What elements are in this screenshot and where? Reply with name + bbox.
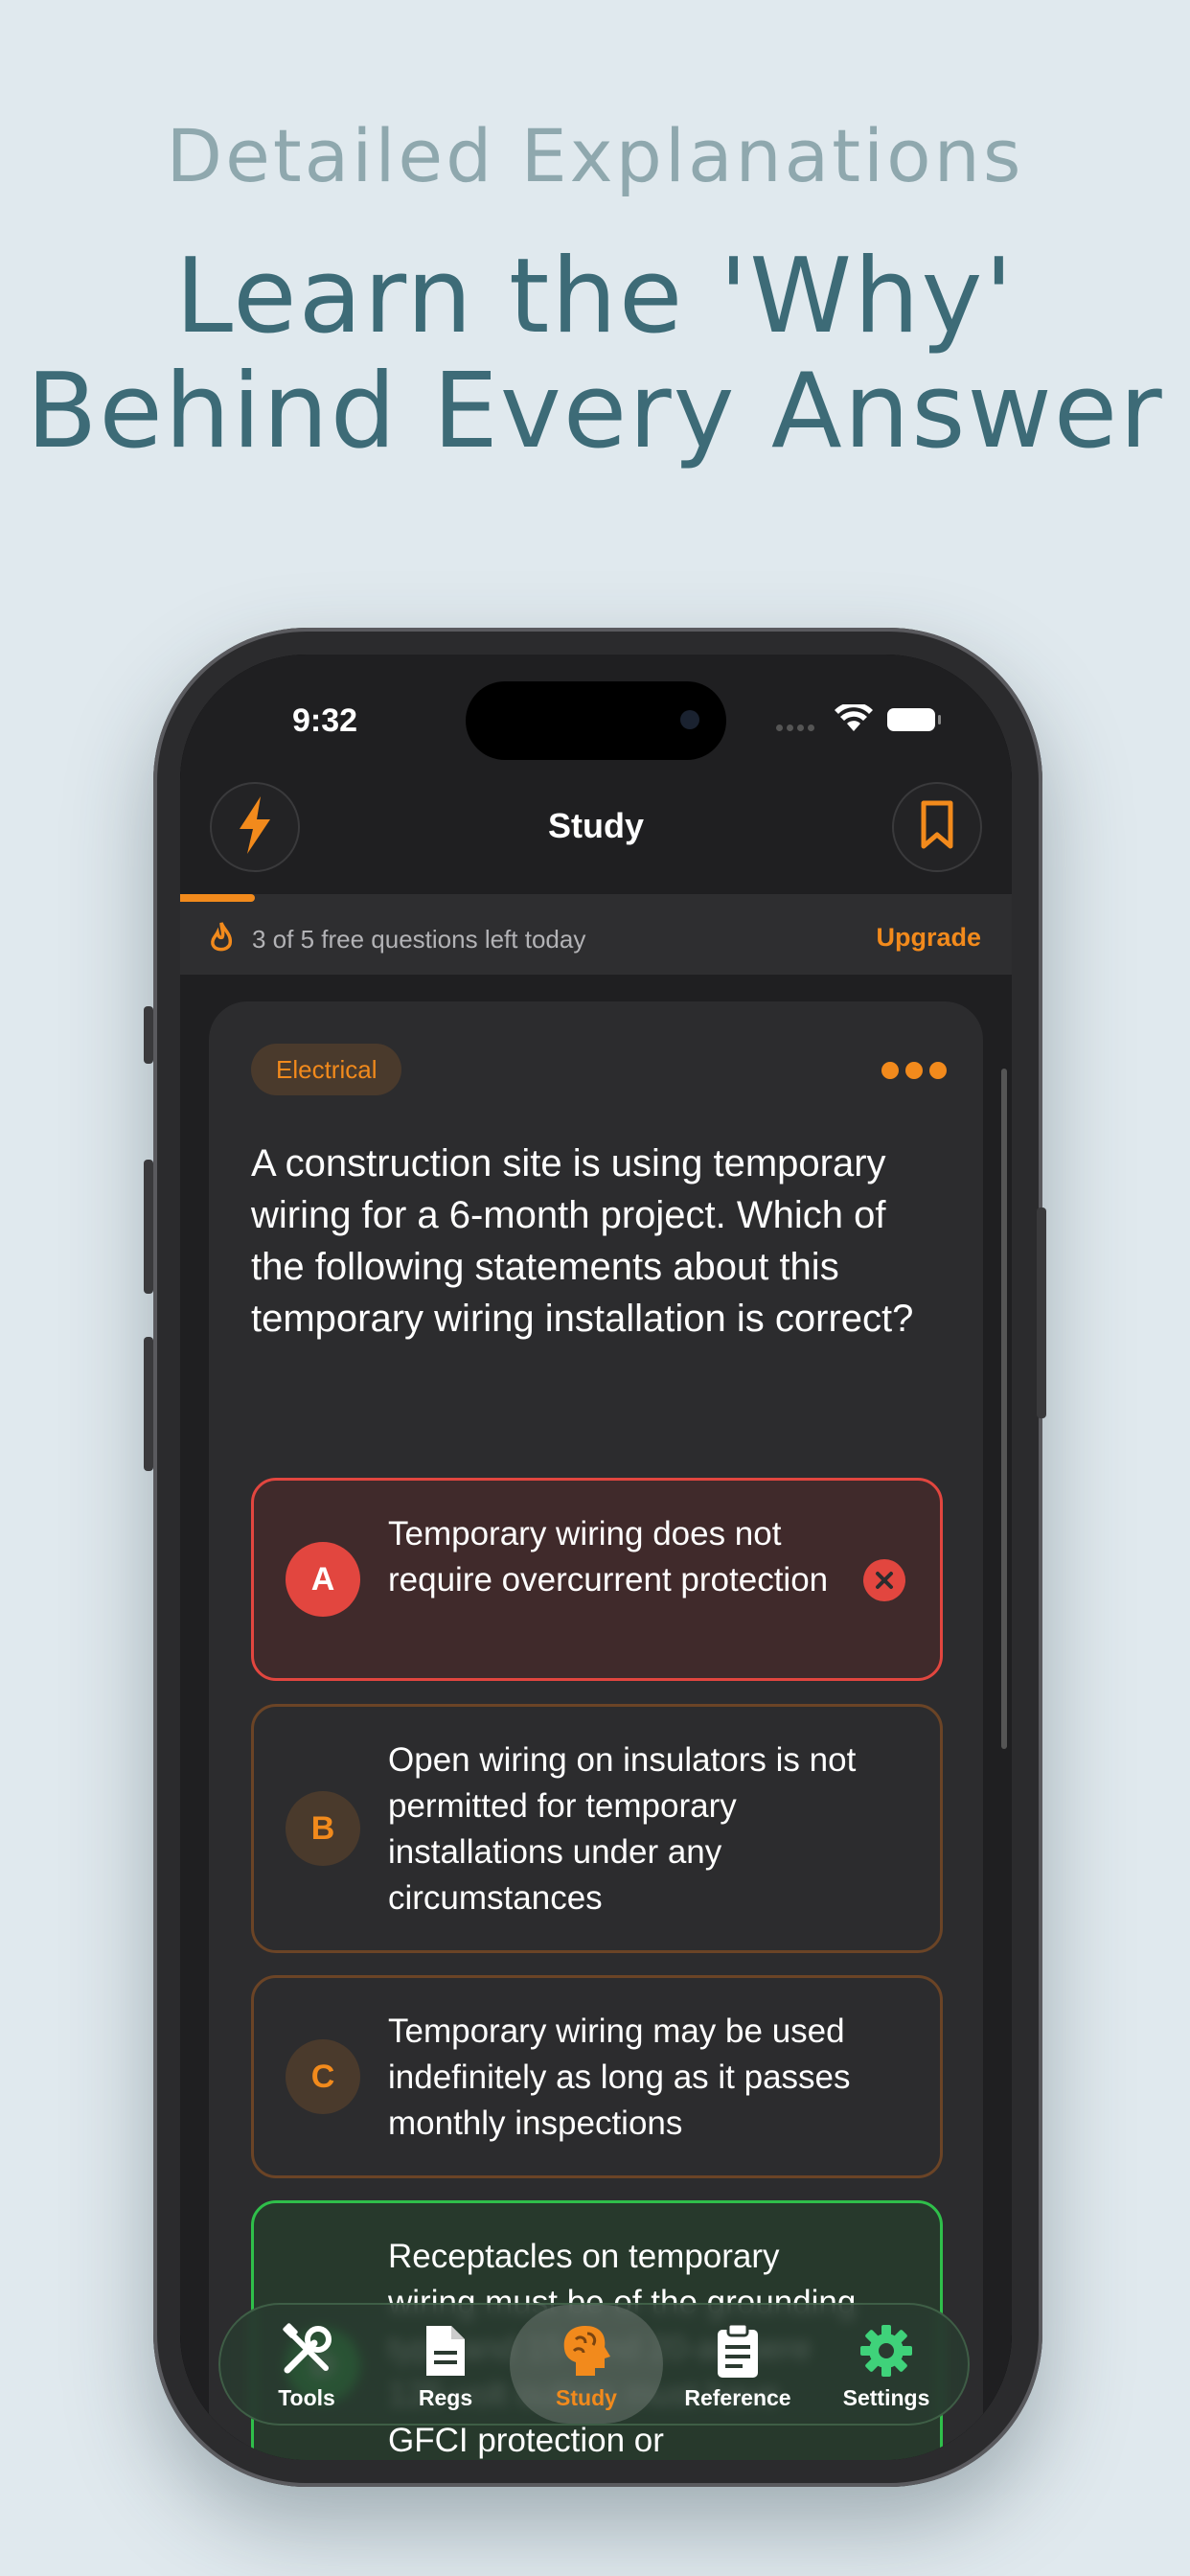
tools-icon — [240, 2322, 374, 2380]
daily-progress-fill — [180, 894, 256, 902]
phone-screen: 9:32 Study 3 of 5 free questions left to… — [180, 655, 1012, 2460]
tab-reference[interactable]: Reference — [671, 2305, 805, 2424]
tab-regs[interactable]: Regs — [378, 2305, 513, 2424]
headline-title: Learn the 'Why' Behind Every Answer — [0, 240, 1190, 470]
tab-label: Reference — [684, 2385, 791, 2410]
quota-banner: 3 of 5 free questions left today Upgrade — [180, 902, 1012, 975]
dynamic-island — [466, 681, 726, 760]
tab-label: Regs — [418, 2385, 473, 2410]
tab-label: Study — [556, 2385, 617, 2410]
battery-icon — [887, 708, 941, 731]
option-letter: C — [286, 2039, 360, 2114]
phone-volume-down — [144, 1337, 153, 1471]
signal-icon — [776, 719, 818, 736]
question-text: A construction site is using temporary w… — [251, 1142, 914, 1340]
headline-title-line2: Behind Every Answer — [26, 352, 1164, 472]
status-time: 9:32 — [292, 702, 358, 739]
upgrade-button[interactable]: Upgrade — [876, 923, 981, 953]
answer-option-c[interactable]: C Temporary wiring may be used indefinit… — [251, 1975, 943, 2178]
category-tag: Electrical — [251, 1044, 402, 1095]
daily-progress-bar — [180, 894, 1012, 902]
scroll-indicator[interactable] — [1001, 1069, 1007, 1749]
camera-icon — [680, 710, 699, 729]
option-letter: B — [286, 1791, 360, 1866]
quota-text: 3 of 5 free questions left today — [252, 925, 586, 954]
brain-icon — [510, 2322, 663, 2380]
headline-subtitle: Detailed Explanations — [166, 113, 1024, 198]
headline-title-line1: Learn the 'Why' — [174, 237, 1016, 356]
tab-label: Tools — [278, 2385, 335, 2410]
tab-label: Settings — [842, 2385, 930, 2410]
clipboard-icon — [671, 2322, 805, 2380]
bookmark-button[interactable] — [892, 782, 982, 872]
answer-option-a[interactable]: A Temporary wiring does not require over… — [251, 1478, 943, 1681]
option-text: Temporary wiring does not require overcu… — [388, 1515, 829, 1598]
tab-settings[interactable]: Settings — [819, 2305, 953, 2424]
gear-icon — [819, 2322, 953, 2380]
tab-tools[interactable]: Tools — [240, 2305, 374, 2424]
page-title: Study — [547, 806, 644, 845]
wifi-icon — [835, 702, 873, 738]
option-text: Temporary wiring may be used indefinitel… — [388, 2012, 851, 2142]
phone-power-button — [1037, 1208, 1046, 1418]
phone-side-button — [144, 1006, 153, 1064]
option-text: Open wiring on insulators is not permitt… — [388, 1741, 857, 1917]
wrong-answer-icon — [863, 1559, 905, 1601]
document-icon — [378, 2322, 513, 2380]
app-screen: 9:32 Study 3 of 5 free questions left to… — [180, 655, 1012, 2460]
tab-bar: Tools Regs Study Reference Settings — [218, 2303, 970, 2426]
question-card: Electrical A construction site is using … — [209, 1001, 983, 2460]
option-letter: A — [286, 1542, 360, 1617]
answer-option-b[interactable]: B Open wiring on insulators is not permi… — [251, 1704, 943, 1953]
phone-volume-up — [144, 1160, 153, 1294]
bookmark-icon — [920, 800, 954, 855]
more-options-icon[interactable] — [881, 1062, 953, 1084]
tab-study[interactable]: Study — [510, 2305, 663, 2424]
flame-icon — [207, 921, 236, 958]
